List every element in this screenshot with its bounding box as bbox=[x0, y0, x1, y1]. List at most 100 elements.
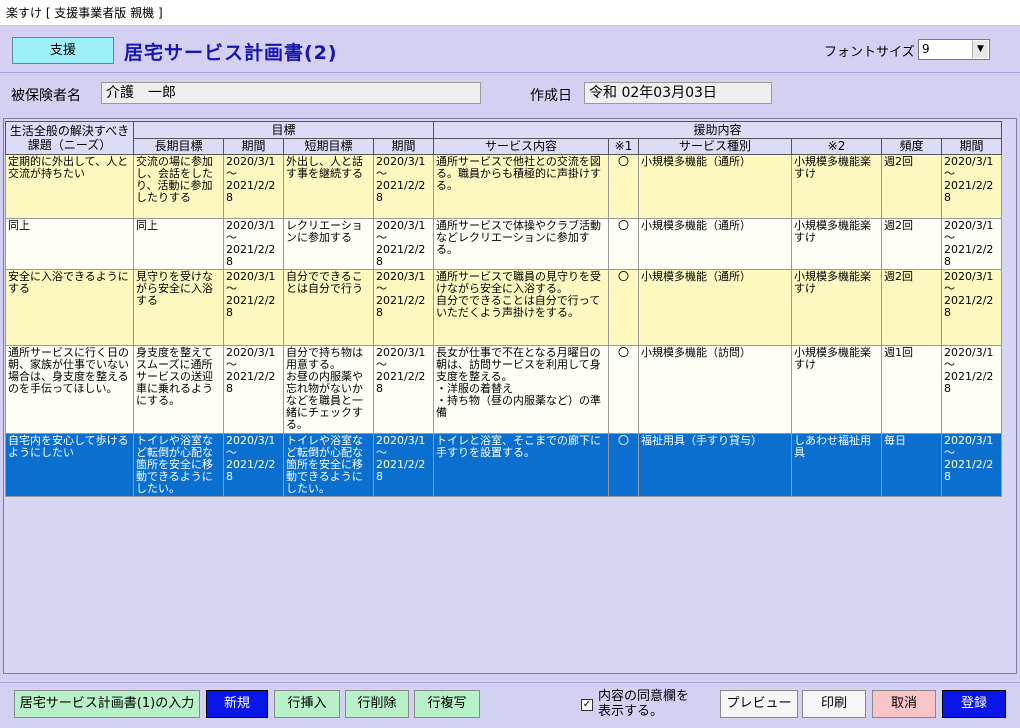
cell-long-period[interactable]: 2020/3/1 ～ 2021/2/28 bbox=[223, 154, 284, 219]
consent-label[interactable]: 内容の同意欄を 表示する。 bbox=[598, 689, 689, 719]
header-goals: 目標 bbox=[133, 121, 434, 139]
header-period[interactable]: 期間 bbox=[941, 138, 1002, 155]
plan-grid-panel: 生活全般の解決すべき課題（ニーズ） 目標 援助内容 長期目標 期間 短期目標 期… bbox=[3, 118, 1017, 674]
input-plan1-button[interactable]: 居宅サービス計画書(1)の入力 bbox=[14, 690, 200, 718]
cell-long-period[interactable]: 2020/3/1 ～ 2021/2/28 bbox=[223, 269, 284, 346]
cell-short-goal[interactable]: 自分でできることは自分で行う bbox=[283, 269, 374, 346]
cell-long-goal[interactable]: 見守りを受けながら安全に入浴する bbox=[133, 269, 224, 346]
cell-needs[interactable]: 自宅内を安心して歩けるようにしたい bbox=[5, 433, 134, 497]
cell-service[interactable]: トイレと浴室、そこまでの廊下に手すりを設置する。 bbox=[433, 433, 609, 497]
cell-period[interactable]: 2020/3/1 ～ 2021/2/28 bbox=[941, 218, 1002, 270]
print-button[interactable]: 印刷 bbox=[802, 690, 866, 718]
cell-long-period[interactable]: 2020/3/1 ～ 2021/2/28 bbox=[223, 433, 284, 497]
cell-short-goal[interactable]: レクリエーションに参加する bbox=[283, 218, 374, 270]
cell-note1[interactable]: 〇 bbox=[608, 154, 639, 219]
cell-service[interactable]: 長女が仕事で不在となる月曜日の朝は、訪問サービスを利用して身支度を整える。 ・洋… bbox=[433, 345, 609, 434]
cell-service-type[interactable]: 福祉用具（手すり貸与） bbox=[638, 433, 792, 497]
insured-name-field[interactable]: 介護 一郎 bbox=[101, 82, 481, 104]
header-short-period[interactable]: 期間 bbox=[373, 138, 434, 155]
cell-note2[interactable]: しあわせ福祉用具 bbox=[791, 433, 882, 497]
cell-note2[interactable]: 小規模多機能楽すけ bbox=[791, 218, 882, 270]
cell-period[interactable]: 2020/3/1 ～ 2021/2/28 bbox=[941, 269, 1002, 346]
cell-long-period[interactable]: 2020/3/1 ～ 2021/2/28 bbox=[223, 218, 284, 270]
register-button[interactable]: 登録 bbox=[942, 690, 1006, 718]
cell-period[interactable]: 2020/3/1 ～ 2021/2/28 bbox=[941, 345, 1002, 434]
consent-checkbox[interactable]: ✓ bbox=[581, 699, 593, 711]
cell-frequency[interactable]: 週1回 bbox=[881, 345, 942, 434]
cell-note1[interactable]: 〇 bbox=[608, 218, 639, 270]
mode-badge: 支援 bbox=[12, 37, 114, 64]
cell-long-goal[interactable]: 同上 bbox=[133, 218, 224, 270]
preview-button[interactable]: プレビュー bbox=[720, 690, 798, 718]
table-row[interactable]: 通所サービスに行く日の朝、家族が仕事でいない場合は、身支度を整えるのを手伝ってほ… bbox=[5, 345, 1002, 434]
cell-needs[interactable]: 通所サービスに行く日の朝、家族が仕事でいない場合は、身支度を整えるのを手伝ってほ… bbox=[5, 345, 134, 434]
header-long-goal[interactable]: 長期目標 bbox=[133, 138, 224, 155]
cell-period[interactable]: 2020/3/1 ～ 2021/2/28 bbox=[941, 433, 1002, 497]
plan-grid: 生活全般の解決すべき課題（ニーズ） 目標 援助内容 長期目標 期間 短期目標 期… bbox=[5, 121, 1002, 497]
font-size-label: フォントサイズ bbox=[824, 45, 915, 60]
window-titlebar: 楽すけ [ 支援事業者版 親機 ] bbox=[0, 0, 1020, 26]
cell-service-type[interactable]: 小規模多機能（通所） bbox=[638, 269, 792, 346]
header-service-type[interactable]: サービス種別 bbox=[638, 138, 792, 155]
cell-frequency[interactable]: 週2回 bbox=[881, 218, 942, 270]
window-title: 楽すけ [ 支援事業者版 親機 ] bbox=[6, 6, 163, 20]
header-note1[interactable]: ※1 bbox=[608, 138, 639, 155]
cell-service[interactable]: 通所サービスで体操やクラブ活動などレクリエーションに参加する。 bbox=[433, 218, 609, 270]
header-long-period[interactable]: 期間 bbox=[223, 138, 284, 155]
consent-label-line1: 内容の同意欄を bbox=[598, 689, 690, 704]
cell-frequency[interactable]: 週2回 bbox=[881, 154, 942, 219]
cell-long-goal[interactable]: 交流の場に参加し、会話をしたり、活動に参加したりする bbox=[133, 154, 224, 219]
cell-note2[interactable]: 小規模多機能楽すけ bbox=[791, 154, 882, 219]
delete-row-button[interactable]: 行削除 bbox=[345, 690, 409, 718]
table-row[interactable]: 定期的に外出して、人と交流が持ちたい 交流の場に参加し、会話をしたり、活動に参加… bbox=[5, 154, 1002, 219]
cell-long-goal[interactable]: 身支度を整えてスムーズに通所サービスの送迎車に乗れるようにする。 bbox=[133, 345, 224, 434]
header-divider bbox=[0, 72, 1020, 73]
cell-needs[interactable]: 定期的に外出して、人と交流が持ちたい bbox=[5, 154, 134, 219]
cell-note2[interactable]: 小規模多機能楽すけ bbox=[791, 345, 882, 434]
copy-row-button[interactable]: 行複写 bbox=[414, 690, 480, 718]
header-needs[interactable]: 生活全般の解決すべき課題（ニーズ） bbox=[5, 121, 134, 155]
created-date-label: 作成日 bbox=[530, 88, 572, 104]
insured-name-label: 被保険者名 bbox=[11, 88, 81, 104]
cell-service-type[interactable]: 小規模多機能（通所） bbox=[638, 154, 792, 219]
header-support: 援助内容 bbox=[433, 121, 1002, 139]
cell-needs[interactable]: 同上 bbox=[5, 218, 134, 270]
cell-short-period[interactable]: 2020/3/1 ～ 2021/2/28 bbox=[373, 218, 434, 270]
cell-note2[interactable]: 小規模多機能楽すけ bbox=[791, 269, 882, 346]
header-short-goal[interactable]: 短期目標 bbox=[283, 138, 374, 155]
cell-frequency[interactable]: 毎日 bbox=[881, 433, 942, 497]
cell-short-period[interactable]: 2020/3/1 ～ 2021/2/28 bbox=[373, 345, 434, 434]
cell-service[interactable]: 通所サービスで他社との交流を図る。職員からも積極的に声掛けする。 bbox=[433, 154, 609, 219]
cell-frequency[interactable]: 週2回 bbox=[881, 269, 942, 346]
consent-label-line2: 表示する。 bbox=[598, 704, 664, 719]
cell-long-goal[interactable]: トイレや浴室など転倒が心配な箇所を安全に移動できるようにしたい。 bbox=[133, 433, 224, 497]
cell-needs[interactable]: 安全に入浴できるようにする bbox=[5, 269, 134, 346]
table-row[interactable]: 同上 同上 2020/3/1 ～ 2021/2/28 レクリエーションに参加する… bbox=[5, 218, 1002, 270]
header-frequency[interactable]: 頻度 bbox=[881, 138, 942, 155]
cancel-button[interactable]: 取消 bbox=[872, 690, 936, 718]
cell-service-type[interactable]: 小規模多機能（通所） bbox=[638, 218, 792, 270]
table-row-selected[interactable]: 自宅内を安心して歩けるようにしたい トイレや浴室など転倒が心配な箇所を安全に移動… bbox=[5, 433, 1002, 497]
cell-short-period[interactable]: 2020/3/1 ～ 2021/2/28 bbox=[373, 433, 434, 497]
new-button[interactable]: 新規 bbox=[206, 690, 268, 718]
font-size-select[interactable]: 9 ▼ bbox=[918, 39, 990, 60]
cell-note1[interactable]: 〇 bbox=[608, 345, 639, 434]
header-note2[interactable]: ※2 bbox=[791, 138, 882, 155]
cell-short-goal[interactable]: 外出し、人と話す事を継続する bbox=[283, 154, 374, 219]
table-row[interactable]: 安全に入浴できるようにする 見守りを受けながら安全に入浴する 2020/3/1 … bbox=[5, 269, 1002, 346]
font-size-value: 9 bbox=[922, 42, 930, 56]
created-date-field[interactable]: 令和 02年03月03日 bbox=[584, 82, 772, 104]
cell-short-period[interactable]: 2020/3/1 ～ 2021/2/28 bbox=[373, 154, 434, 219]
cell-short-period[interactable]: 2020/3/1 ～ 2021/2/28 bbox=[373, 269, 434, 346]
cell-short-goal[interactable]: 自分で持ち物は用意する。 お昼の内服薬や忘れ物がないかなどを職員と一緒にチェック… bbox=[283, 345, 374, 434]
chevron-down-icon[interactable]: ▼ bbox=[972, 41, 988, 58]
cell-period[interactable]: 2020/3/1 ～ 2021/2/28 bbox=[941, 154, 1002, 219]
cell-service-type[interactable]: 小規模多機能（訪問） bbox=[638, 345, 792, 434]
cell-service[interactable]: 通所サービスで職員の見守りを受けながら安全に入浴する。 自分でできることは自分で… bbox=[433, 269, 609, 346]
cell-note1[interactable]: 〇 bbox=[608, 433, 639, 497]
insert-row-button[interactable]: 行挿入 bbox=[274, 690, 340, 718]
cell-note1[interactable]: 〇 bbox=[608, 269, 639, 346]
cell-short-goal[interactable]: トイレや浴室など転倒が心配な箇所を安全に移動できるようにしたい。 bbox=[283, 433, 374, 497]
cell-long-period[interactable]: 2020/3/1 ～ 2021/2/28 bbox=[223, 345, 284, 434]
header-service[interactable]: サービス内容 bbox=[433, 138, 609, 155]
